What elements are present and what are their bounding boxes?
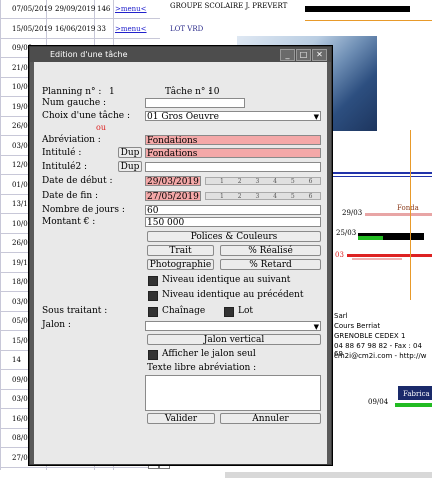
right-header: GROUPE SCOLAIRE J. PREVERT xyxy=(170,2,288,10)
niveau-precedent-checkbox[interactable] xyxy=(148,291,158,301)
date-fin-label: Date de fin : xyxy=(42,191,99,201)
gantt-bar-red-outline xyxy=(352,258,402,260)
retard-button[interactable]: % Retard xyxy=(220,259,321,270)
realise-button[interactable]: % Réalisé xyxy=(220,245,321,256)
jalon-label: Jalon : xyxy=(42,320,71,330)
gantt-bar-pink xyxy=(365,213,432,216)
polices-couleurs-button[interactable]: Polices & Couleurs xyxy=(147,231,321,242)
edit-task-dialog: Edition d'une tâche _ □ ✕ Planning n° : … xyxy=(29,46,332,465)
bottom-scrollbar xyxy=(225,472,432,478)
abreviation-label: Abréviation : xyxy=(42,135,101,145)
choix-tache-value: 01 Gros Oeuvre xyxy=(147,112,219,121)
date-debut-input[interactable]: 29/03/2019 xyxy=(145,176,201,186)
intitule-label: Intitulé : xyxy=(42,148,82,158)
table-cell-link[interactable]: >menu< xyxy=(115,25,147,33)
sous-traitant-label: Sous traitant : xyxy=(42,306,108,316)
gantt-label-1: 29/03 xyxy=(342,209,363,217)
right-subheader: LOT VRD xyxy=(170,25,204,33)
annuler-button[interactable]: Annuler xyxy=(220,413,321,424)
num-gauche-label: Num gauche : xyxy=(42,98,107,108)
photographie-button[interactable]: Photographie xyxy=(147,259,214,270)
table-cell-num: 146 xyxy=(97,5,111,13)
blue-line-2 xyxy=(330,176,432,177)
date-fin-input[interactable]: 27/05/2019 xyxy=(145,191,201,201)
gantt-label-3: 03 xyxy=(335,251,344,259)
blue-line-1 xyxy=(330,172,432,174)
dialog-right-border xyxy=(327,62,331,464)
lot-checkbox[interactable] xyxy=(224,307,234,317)
table-cell-date1: 14 xyxy=(12,356,21,364)
montant-input[interactable]: 150 000 xyxy=(145,217,321,227)
gantt-label-4: 09/04 xyxy=(368,398,389,406)
grid-column-line xyxy=(0,0,1,470)
header-orange-line xyxy=(305,20,432,21)
niveau-suivant-checkbox[interactable] xyxy=(148,276,158,286)
dialog-title: Edition d'une tâche xyxy=(50,50,128,59)
chainage-checkbox[interactable] xyxy=(148,307,158,317)
orange-vline xyxy=(410,130,411,300)
dialog-titlebar[interactable]: Edition d'une tâche _ □ ✕ xyxy=(30,47,331,62)
chevron-down-icon[interactable]: ▼ xyxy=(314,112,319,120)
table-cell-num: 33 xyxy=(97,25,106,33)
gantt-label-0: Fonda xyxy=(397,204,419,212)
gantt-label-2: 25/03 xyxy=(336,229,357,237)
intitule2-input[interactable] xyxy=(145,162,321,172)
grid-row-line xyxy=(0,38,160,39)
minimize-icon[interactable]: _ xyxy=(280,49,295,61)
gantt-bar-green-fill xyxy=(358,236,383,240)
gantt-label-5: Fabrica xyxy=(403,390,430,398)
dialog-left-border xyxy=(30,62,34,464)
close-icon[interactable]: ✕ xyxy=(312,49,327,61)
niveau-suivant-label: Niveau identique au suivant xyxy=(162,275,291,285)
intitule2-dup-button[interactable]: Dup xyxy=(118,161,142,172)
chainage-label: Chaînage xyxy=(162,306,206,316)
trait-button[interactable]: Trait xyxy=(147,245,214,256)
valider-button[interactable]: Valider xyxy=(147,413,215,424)
afficher-jalon-label: Afficher le jalon seul xyxy=(162,349,256,359)
gantt-bar-green-2 xyxy=(395,403,432,407)
planning-label: Planning n° : xyxy=(42,87,102,97)
table-cell-date1: 07/05/2019 xyxy=(12,5,53,13)
header-black-bar xyxy=(305,6,410,12)
chevron-down-icon[interactable]: ▼ xyxy=(314,322,319,330)
afficher-jalon-checkbox[interactable] xyxy=(148,350,158,360)
address-line-1: Cours Berriat xyxy=(334,322,381,330)
maximize-icon[interactable]: □ xyxy=(296,49,311,61)
ou-label: ou xyxy=(96,123,106,132)
nb-jours-input[interactable]: 60 xyxy=(145,205,321,215)
address-line-4: cm2i@cm2i.com - http://w xyxy=(334,352,427,360)
address-line-0: Sarl xyxy=(334,312,348,320)
choix-tache-select[interactable]: 01 Gros Oeuvre ▼ xyxy=(145,111,321,121)
table-cell-date2: 29/09/2019 xyxy=(55,5,96,13)
abreviation-input[interactable]: Fondations xyxy=(145,135,321,145)
texte-libre-textarea[interactable] xyxy=(145,375,321,411)
intitule-dup-button[interactable]: Dup xyxy=(118,147,142,158)
tache-value: 10 xyxy=(208,87,220,97)
choix-tache-label: Choix d'une tâche : xyxy=(42,111,130,121)
intitule-input[interactable]: Fondations xyxy=(145,148,321,158)
intitule2-label: Intitulé2 : xyxy=(42,162,88,172)
lot-label: Lot xyxy=(238,306,254,316)
gantt-bar-red xyxy=(347,254,432,257)
grid-row-line xyxy=(0,467,160,468)
nb-jours-label: Nombre de jours : xyxy=(42,205,125,215)
table-cell-date1: 15/05/2019 xyxy=(12,25,53,33)
address-line-2: GRENOBLE CEDEX 1 xyxy=(334,332,406,340)
montant-label: Montant € : xyxy=(42,217,96,227)
date-debut-label: Date de début : xyxy=(42,176,113,186)
jalon-vertical-button[interactable]: Jalon vertical xyxy=(147,334,321,345)
date-fin-slider[interactable]: 1 2 3 4 5 6 7 xyxy=(205,192,321,200)
planning-value: 1 xyxy=(109,87,115,97)
grid-row-line xyxy=(0,18,160,19)
jalon-select[interactable]: ▼ xyxy=(145,321,321,331)
table-cell-link[interactable]: >menu< xyxy=(115,5,147,13)
num-gauche-input[interactable] xyxy=(145,98,245,108)
tache-label: Tâche n° : xyxy=(165,87,212,97)
niveau-precedent-label: Niveau identique au précédent xyxy=(162,290,304,300)
texte-libre-label: Texte libre abréviation : xyxy=(147,363,257,373)
date-debut-slider[interactable]: 1 2 3 4 5 6 7 xyxy=(205,177,321,185)
table-cell-date2: 16/06/2019 xyxy=(55,25,96,33)
